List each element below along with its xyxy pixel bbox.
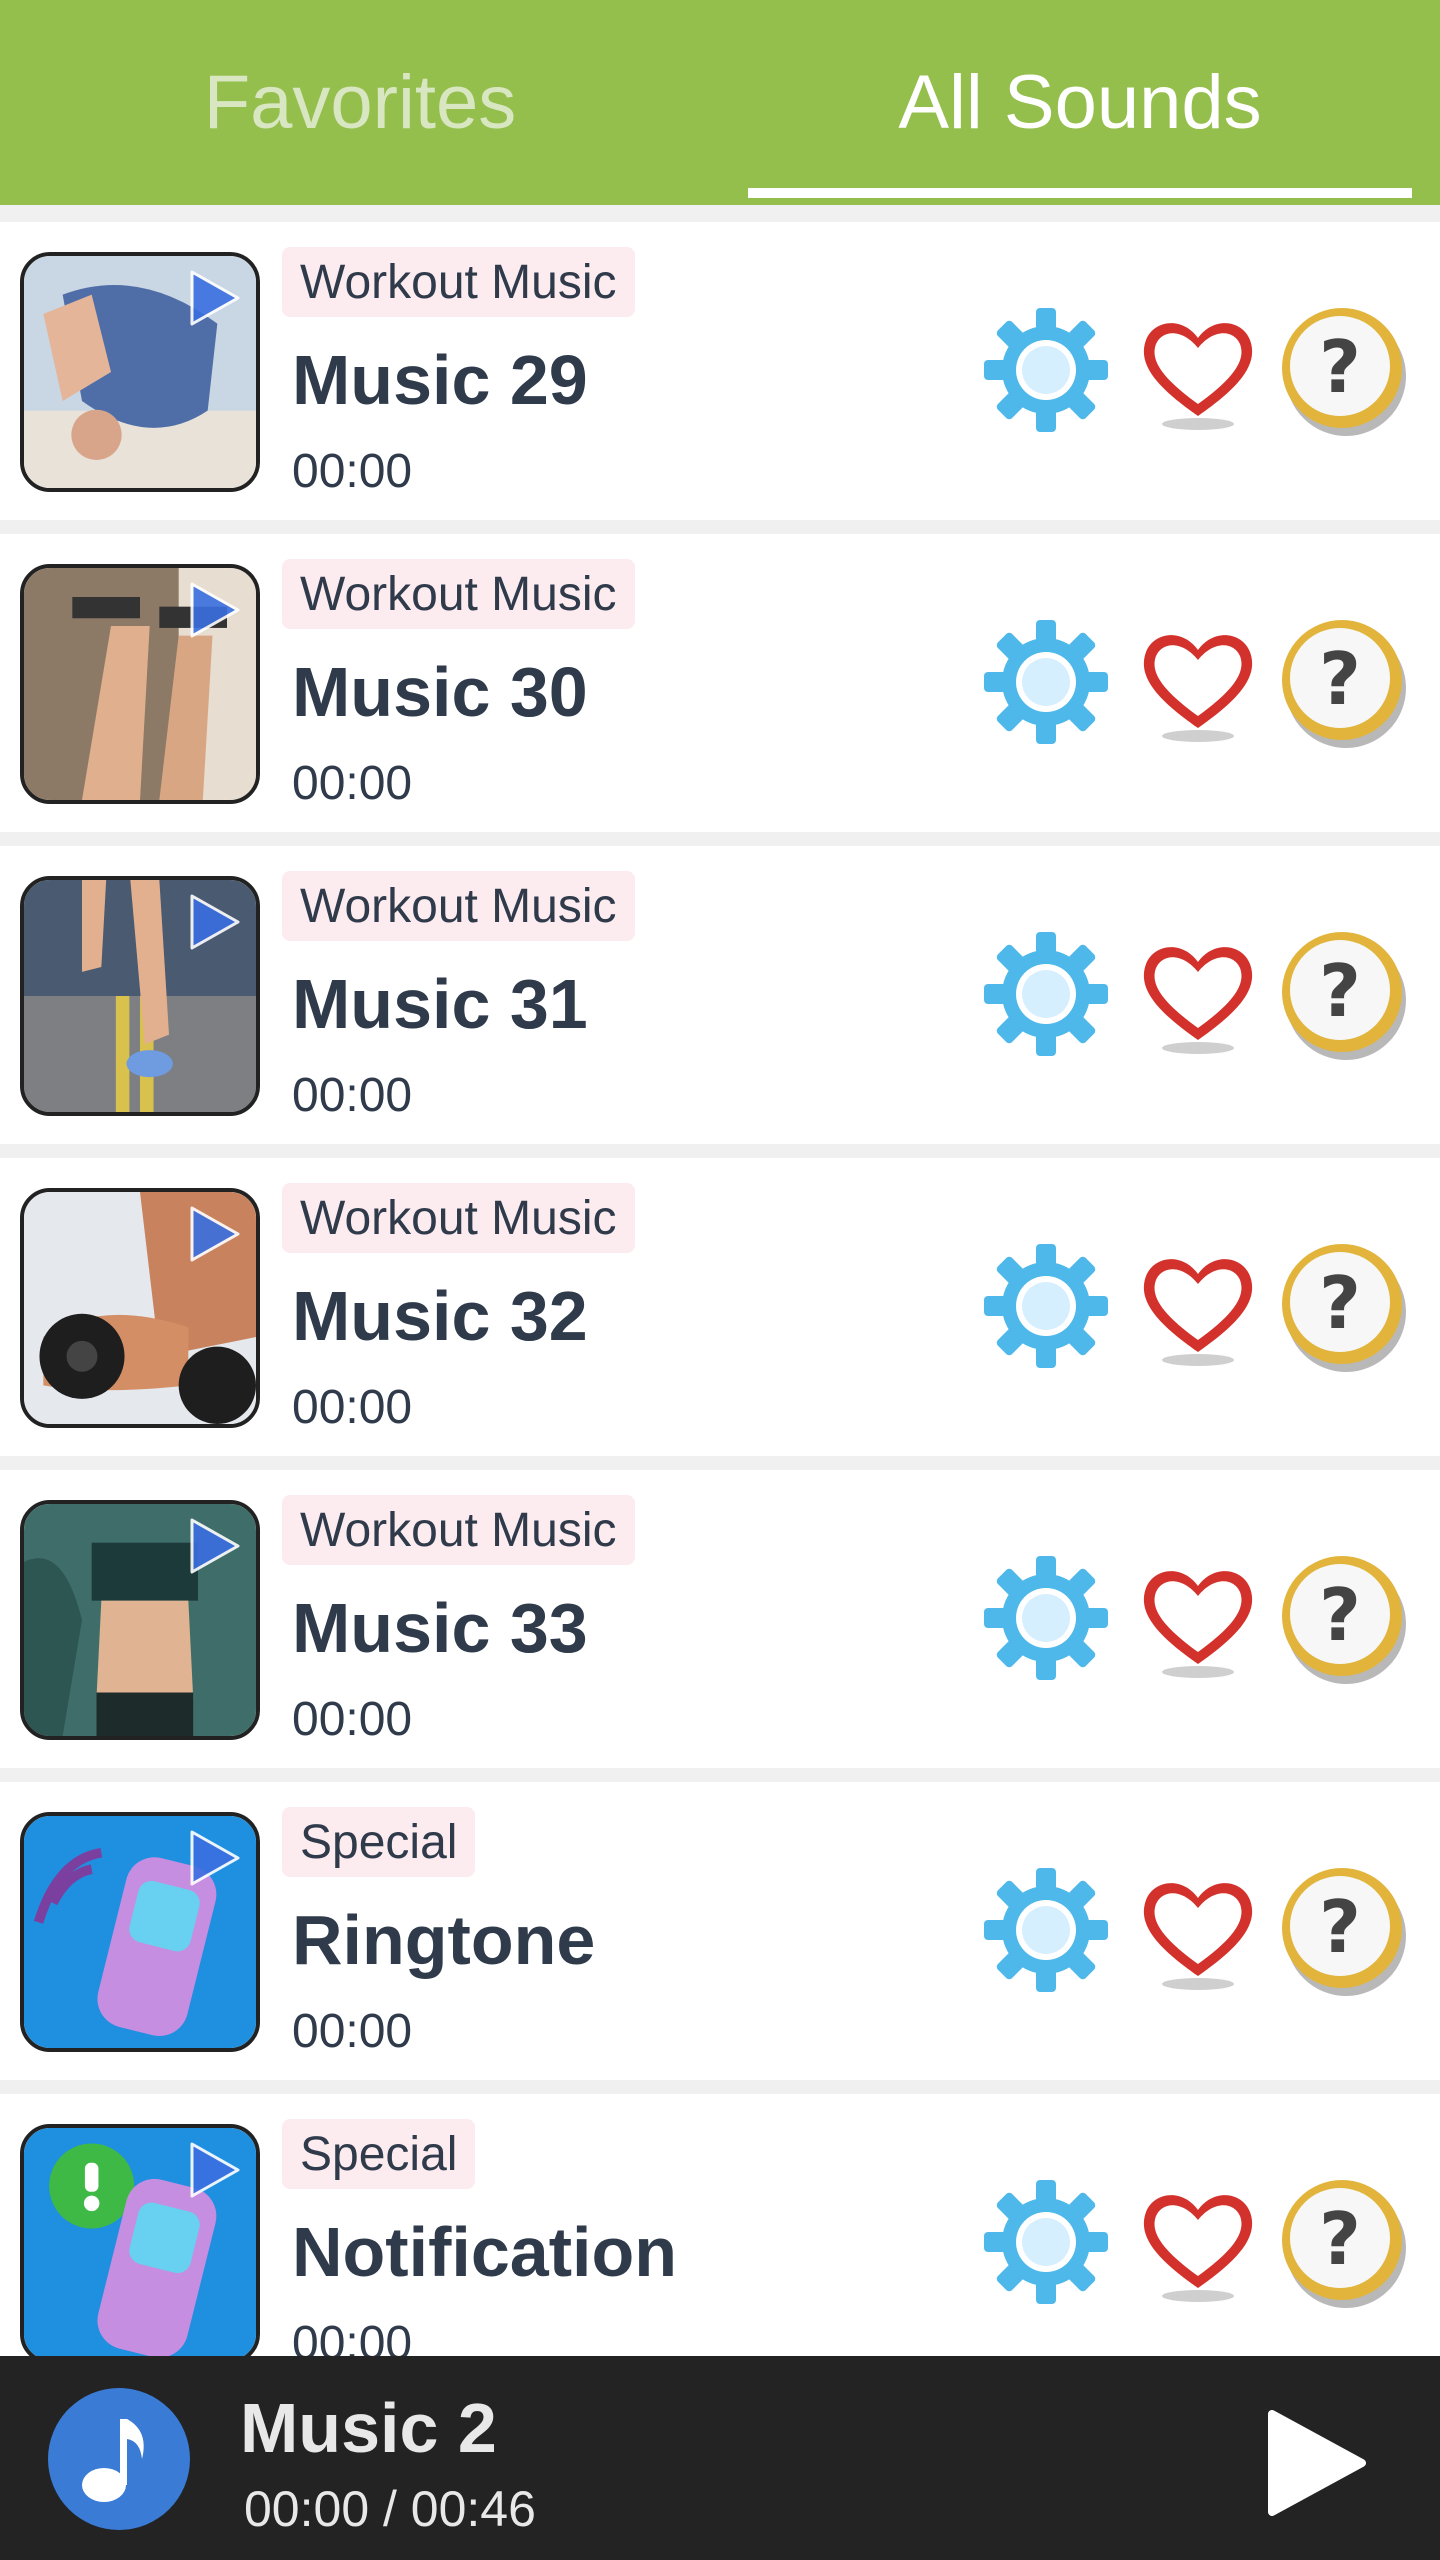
heart-icon[interactable] (1132, 2176, 1264, 2308)
gear-icon[interactable] (980, 928, 1112, 1060)
sound-title: Music 32 (292, 1277, 588, 1355)
workout-stretch-image[interactable] (20, 252, 260, 492)
player-bar: Music 2 00:00 / 00:46 (0, 2356, 1440, 2560)
tab-all-sounds[interactable]: All Sounds (720, 0, 1440, 205)
play-overlay-icon (190, 270, 240, 326)
gear-icon[interactable] (980, 1552, 1112, 1684)
help-icon[interactable]: ? (1278, 1552, 1410, 1684)
gear-icon[interactable] (980, 616, 1112, 748)
sound-title: Notification (292, 2213, 677, 2291)
sound-duration: 00:00 (292, 1069, 413, 1122)
sound-duration: 00:00 (292, 1381, 413, 1434)
category-tag: Workout Music (282, 247, 635, 317)
svg-text:?: ? (1319, 2197, 1361, 2281)
svg-text:?: ? (1319, 1885, 1361, 1969)
play-icon[interactable] (1262, 2408, 1372, 2518)
help-icon[interactable]: ? (1278, 1864, 1410, 1996)
sound-list[interactable]: Workout Music Music 29 00:00 ? Workout M… (0, 222, 1440, 2356)
tab-selected-indicator (748, 188, 1412, 198)
gear-icon[interactable] (980, 1864, 1112, 1996)
play-overlay-icon (190, 582, 240, 638)
workout-curl-image[interactable] (20, 1188, 260, 1428)
gear-icon[interactable] (980, 1240, 1112, 1372)
list-item[interactable]: Special Notification 00:00 ? (0, 2094, 1440, 2356)
list-item[interactable]: Workout Music Music 29 00:00 ? (0, 222, 1440, 520)
list-item[interactable]: Workout Music Music 32 00:00 ? (0, 1158, 1440, 1456)
heart-icon[interactable] (1132, 1552, 1264, 1684)
help-icon[interactable]: ? (1278, 1240, 1410, 1372)
app-root: Favorites All Sounds Workout Music Music… (0, 0, 1440, 2560)
help-icon[interactable]: ? (1278, 304, 1410, 436)
sound-title: Ringtone (292, 1901, 596, 1979)
heart-icon[interactable] (1132, 304, 1264, 436)
sound-title: Music 30 (292, 653, 588, 731)
category-tag: Workout Music (282, 559, 635, 629)
play-overlay-icon (190, 1518, 240, 1574)
category-tag: Special (282, 1807, 476, 1877)
heart-icon[interactable] (1132, 1240, 1264, 1372)
workout-dumbbell-raise-image[interactable] (20, 564, 260, 804)
player-time: 00:00 / 00:46 (244, 2481, 536, 2537)
gear-icon[interactable] (980, 2176, 1112, 2308)
sound-title: Music 33 (292, 1589, 588, 1667)
workout-running-image[interactable] (20, 876, 260, 1116)
svg-text:?: ? (1319, 637, 1361, 721)
sound-title: Music 29 (292, 341, 588, 419)
heart-icon[interactable] (1132, 616, 1264, 748)
workout-abs-image[interactable] (20, 1500, 260, 1740)
player-track-title: Music 2 (240, 2389, 497, 2467)
category-tag: Workout Music (282, 1183, 635, 1253)
help-icon[interactable]: ? (1278, 2176, 1410, 2308)
gear-icon[interactable] (980, 304, 1112, 436)
sound-duration: 00:00 (292, 445, 413, 498)
category-tag: Special (282, 2119, 476, 2189)
list-item[interactable]: Workout Music Music 33 00:00 ? (0, 1470, 1440, 1768)
sound-duration: 00:00 (292, 2317, 413, 2356)
play-overlay-icon (190, 894, 240, 950)
svg-text:?: ? (1319, 325, 1361, 409)
tab-favorites[interactable]: Favorites (0, 0, 720, 205)
sound-duration: 00:00 (292, 1693, 413, 1746)
sound-title: Music 31 (292, 965, 588, 1043)
tab-bar: Favorites All Sounds (0, 0, 1440, 205)
notification-phone-image[interactable] (20, 2124, 260, 2356)
category-tag: Workout Music (282, 871, 635, 941)
sound-duration: 00:00 (292, 2005, 413, 2058)
heart-icon[interactable] (1132, 1864, 1264, 1996)
music-note-icon (48, 2388, 190, 2530)
play-overlay-icon (190, 1830, 240, 1886)
list-item[interactable]: Special Ringtone 00:00 ? (0, 1782, 1440, 2080)
ringing-phone-image[interactable] (20, 1812, 260, 2052)
category-tag: Workout Music (282, 1495, 635, 1565)
help-icon[interactable]: ? (1278, 928, 1410, 1060)
list-item[interactable]: Workout Music Music 30 00:00 ? (0, 534, 1440, 832)
list-item[interactable]: Workout Music Music 31 00:00 ? (0, 846, 1440, 1144)
play-overlay-icon (190, 1206, 240, 1262)
help-icon[interactable]: ? (1278, 616, 1410, 748)
play-overlay-icon (190, 2142, 240, 2198)
svg-text:?: ? (1319, 1573, 1361, 1657)
sound-duration: 00:00 (292, 757, 413, 810)
heart-icon[interactable] (1132, 928, 1264, 1060)
svg-text:?: ? (1319, 949, 1361, 1033)
svg-text:?: ? (1319, 1261, 1361, 1345)
